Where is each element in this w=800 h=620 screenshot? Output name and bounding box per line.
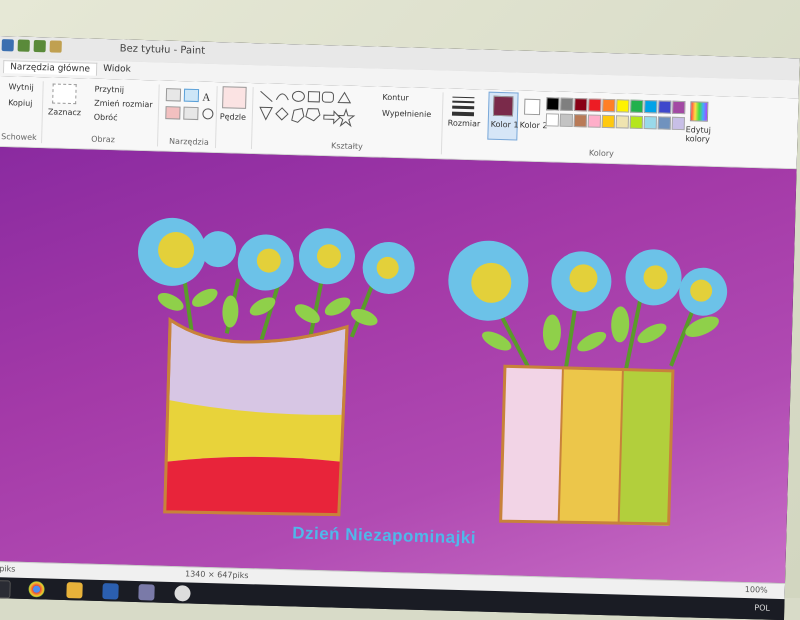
language-indicator[interactable]: POL (754, 603, 770, 612)
word-icon[interactable] (102, 583, 119, 600)
shapes-group-label: Kształty (330, 141, 363, 152)
image-group-label: Obraz (91, 134, 116, 145)
pencil-icon[interactable] (165, 88, 182, 102)
palette-swatch[interactable] (658, 100, 672, 114)
color-picker-icon[interactable] (183, 106, 199, 121)
window-title: Bez tytułu - Paint (119, 43, 206, 57)
divider (250, 87, 254, 150)
palette-swatch[interactable] (616, 99, 630, 113)
palette-swatch[interactable] (644, 100, 658, 114)
right-bouquet (448, 240, 728, 373)
palette-swatch[interactable] (657, 116, 672, 130)
palette-swatch[interactable] (559, 113, 574, 128)
select-button[interactable]: Zaznacz (48, 107, 81, 117)
image-size: 1340 × 647piks (184, 569, 249, 581)
tools-group: A (165, 88, 214, 121)
drawing-canvas[interactable]: Dzień Niezapominajki (0, 146, 797, 584)
paint-taskbar-icon[interactable] (138, 584, 155, 601)
palette-swatch[interactable] (587, 114, 602, 128)
brushes-button[interactable]: Pędzle (220, 112, 246, 122)
crop-button[interactable]: Przytnij (94, 85, 124, 95)
undo-icon[interactable] (17, 39, 30, 52)
divider (440, 92, 444, 155)
clipboard-group-label: Schowek (1, 132, 37, 143)
size-button[interactable]: Rozmiar (448, 119, 481, 129)
palette-swatch[interactable] (671, 116, 686, 131)
palette-swatch[interactable] (629, 115, 644, 129)
color2-label[interactable]: Kolor 2 (520, 121, 548, 131)
magnifier-icon[interactable] (202, 108, 214, 120)
redo-icon[interactable] (33, 39, 46, 53)
save-icon[interactable] (1, 39, 14, 52)
color2-swatch[interactable] (524, 98, 541, 116)
copy-button[interactable]: Kopiuj (8, 98, 33, 108)
right-vase (499, 364, 675, 526)
chrome-icon[interactable] (28, 581, 45, 598)
brush-icon[interactable] (222, 86, 247, 109)
palette-swatch[interactable] (602, 98, 616, 113)
palette-swatch[interactable] (560, 97, 574, 112)
shapes-gallery[interactable] (258, 87, 369, 130)
drawing (138, 217, 728, 526)
cut-button[interactable]: Wytnij (8, 82, 33, 92)
palette-swatch[interactable] (545, 113, 560, 127)
color1-label: Kolor 1 (490, 119, 519, 130)
palette-swatch[interactable] (588, 98, 602, 112)
color1-swatch (492, 95, 514, 117)
palette-swatch[interactable] (630, 99, 644, 113)
file-explorer-icon[interactable] (66, 582, 83, 599)
rotate-button[interactable]: Obróć (94, 113, 118, 123)
chat-icon[interactable] (174, 585, 191, 602)
colors-group-label: Kolory (588, 148, 614, 159)
edit-colors-icon[interactable] (689, 101, 709, 122)
cursor-position: 32piks (0, 563, 16, 574)
palette-swatch[interactable] (574, 98, 588, 112)
zoom-level: 100% (744, 585, 768, 595)
fill-icon[interactable] (183, 88, 200, 103)
size-icon[interactable] (450, 95, 477, 118)
resize-button[interactable]: Zmień rozmiar (94, 99, 153, 110)
tab-view[interactable]: Widok (97, 63, 137, 76)
palette-swatch[interactable] (601, 114, 616, 129)
divider (41, 81, 44, 144)
palette-swatch[interactable] (615, 115, 630, 129)
monitor-screen: Bez tytułu - Paint Narzędzia główne Wido… (0, 36, 800, 620)
quick-access-toolbar (1, 39, 62, 53)
edit-colors-button[interactable]: Edytuj kolory (685, 125, 715, 144)
outline-dropdown[interactable]: Kontur (382, 93, 409, 103)
paint-app-icon (49, 40, 62, 53)
divider (156, 84, 160, 147)
select-icon[interactable] (52, 83, 77, 105)
fill-dropdown[interactable]: Wypełnienie (382, 109, 431, 119)
palette-swatch[interactable] (573, 114, 588, 128)
palette-swatch[interactable] (643, 116, 658, 130)
tools-group-label: Narzędzia (169, 136, 209, 147)
left-vase (163, 317, 349, 517)
tab-home[interactable]: Narzędzia główne (2, 60, 98, 76)
palette-swatch[interactable] (546, 97, 560, 111)
search-icon[interactable] (0, 580, 11, 599)
eraser-icon[interactable] (165, 106, 181, 120)
palette-swatch[interactable] (672, 100, 686, 115)
text-icon[interactable]: A (202, 92, 210, 104)
